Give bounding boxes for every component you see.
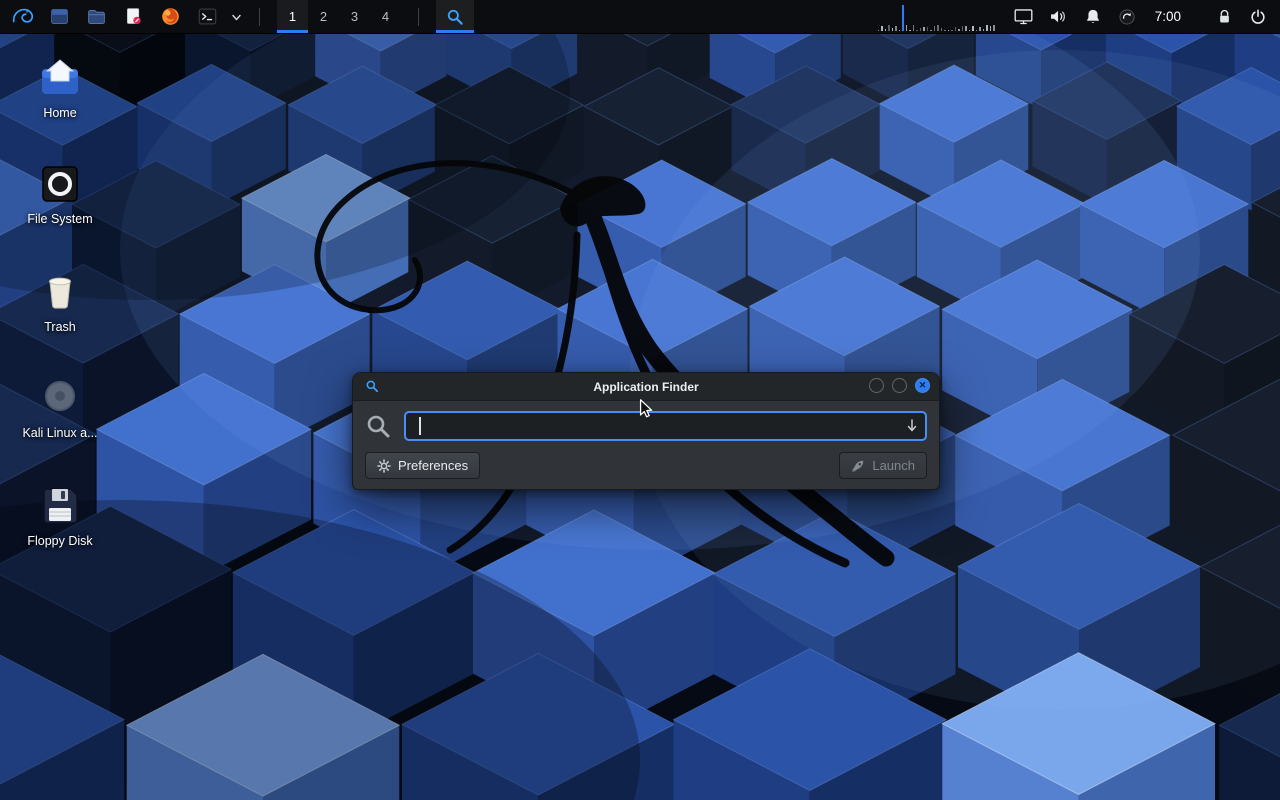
desktop-icon-floppy-disk[interactable]: Floppy Disk [12,482,108,549]
magnifier-icon [445,7,465,27]
launch-rocket-icon [851,459,865,473]
desktop-icon-kali-volume[interactable]: Kali Linux a... [12,374,108,441]
kali-menu-icon[interactable] [8,0,36,33]
search-icon [365,413,392,440]
close-button[interactable]: ✕ [915,378,930,393]
drive-icon [36,160,84,208]
power-icon[interactable] [1248,7,1268,27]
workspace-switcher: 1 2 3 4 [277,0,401,33]
workspace-2[interactable]: 2 [308,0,339,33]
launch-label: Launch [872,458,915,473]
minimize-button[interactable] [869,378,884,393]
file-manager-icon[interactable] [46,0,73,33]
terminal-icon[interactable] [194,0,221,33]
desktop-icon-label: Home [12,106,108,121]
desktop-icon-label: Floppy Disk [12,534,108,549]
display-icon[interactable] [1013,6,1034,27]
workspace-3[interactable]: 3 [339,0,370,33]
desktop-icon-trash[interactable]: Trash [12,268,108,335]
desktop-icon-file-system[interactable]: File System [12,160,108,227]
home-icon [36,54,84,102]
notifications-bell-icon[interactable] [1083,7,1103,27]
window-title: Application Finder [593,380,698,394]
trash-icon [36,268,84,316]
panel-launchers: 1 2 3 4 [0,0,474,33]
maximize-button[interactable] [892,378,907,393]
panel-separator [259,8,260,26]
terminal-dropdown-icon[interactable] [231,0,242,33]
desktop-icon-label: Kali Linux a... [12,426,108,441]
close-icon: ✕ [919,381,927,390]
top-panel: 1 2 3 4 [0,0,1280,34]
firefox-icon[interactable] [157,0,184,33]
workspace-4[interactable]: 4 [370,0,401,33]
tasklist-application-finder[interactable] [436,0,474,33]
clock[interactable]: 7:00 [1155,9,1181,24]
volume-disc-icon [36,374,84,422]
text-editor-icon[interactable] [120,0,147,33]
application-finder-window-icon [365,379,379,393]
text-caret [419,417,421,435]
floppy-icon [36,482,84,530]
titlebar[interactable]: Application Finder ✕ [353,373,939,401]
volume-icon[interactable] [1048,6,1069,27]
panel-separator [418,8,419,26]
history-dropdown-icon[interactable] [904,416,920,436]
gear-icon [377,459,391,473]
system-tray: 7:00 [878,3,1280,31]
lock-icon[interactable] [1215,7,1234,26]
search-input[interactable] [404,411,927,441]
cpu-graph[interactable] [878,3,995,31]
workspace-1[interactable]: 1 [277,0,308,33]
application-finder-window: Application Finder ✕ [352,372,940,490]
search-input-field[interactable] [406,413,925,439]
dialog-body: Preferences Launch [353,401,939,489]
preferences-label: Preferences [398,458,468,473]
desktop-icon-label: File System [12,212,108,227]
window-controls: ✕ [869,378,930,393]
preferences-button[interactable]: Preferences [365,452,480,479]
desktop-icon-label: Trash [12,320,108,335]
folder-icon[interactable] [83,0,110,33]
desktop-icon-home[interactable]: Home [12,54,108,121]
status-circle-icon[interactable] [1117,7,1137,27]
launch-button[interactable]: Launch [839,452,927,479]
